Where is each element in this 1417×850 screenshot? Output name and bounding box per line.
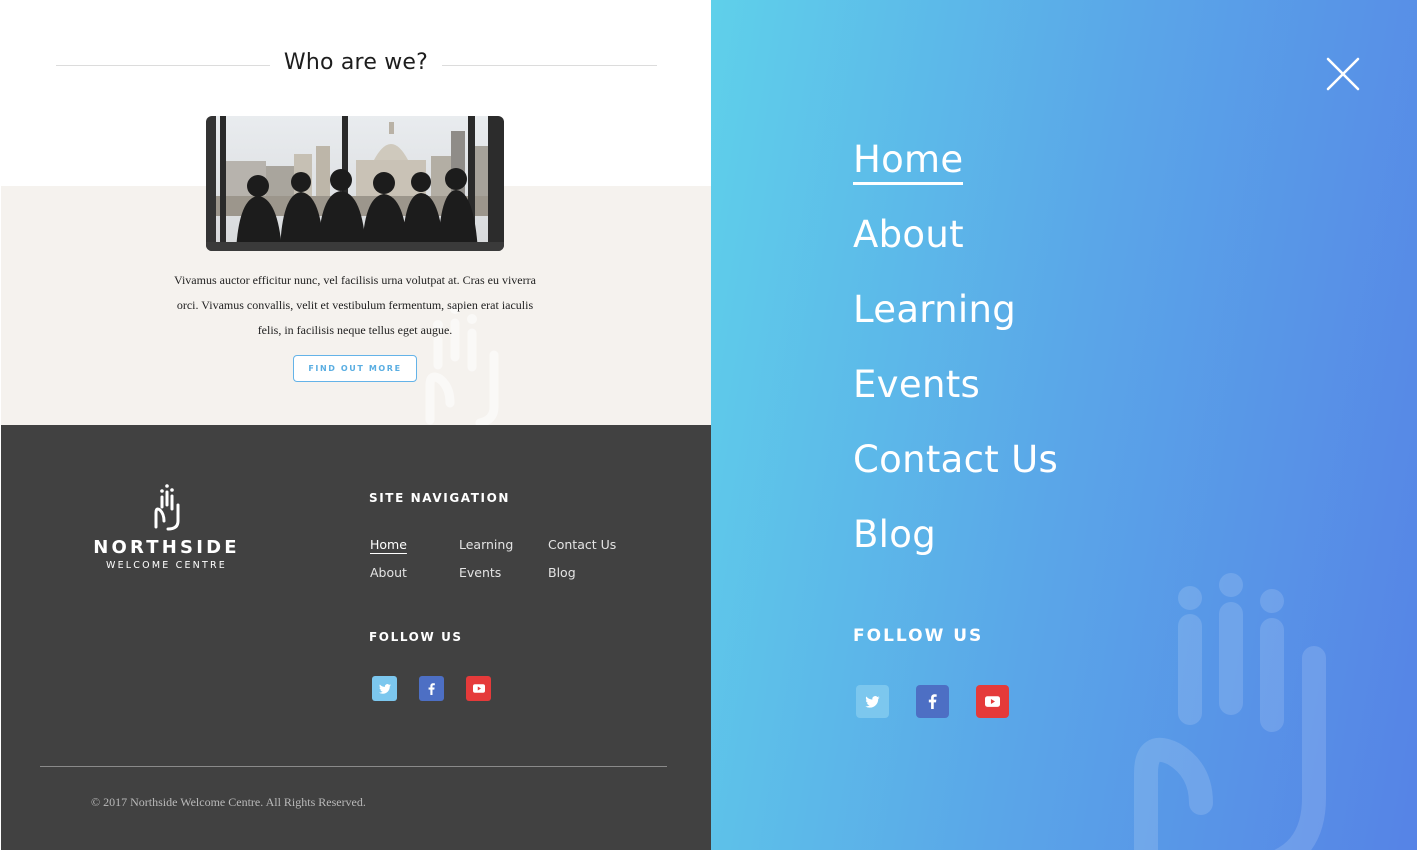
menu-youtube-button[interactable] bbox=[976, 685, 1009, 718]
footer-facebook-button[interactable] bbox=[419, 676, 444, 701]
heading-divider-right bbox=[442, 65, 657, 66]
footer-link-blog[interactable]: Blog bbox=[548, 565, 576, 580]
about-paragraph: Vivamus auctor efficitur nunc, vel facil… bbox=[150, 268, 560, 343]
menu-item-about[interactable]: About bbox=[853, 213, 964, 256]
footer-twitter-button[interactable] bbox=[372, 676, 397, 701]
site-navigation-heading: SITE NAVIGATION bbox=[369, 491, 511, 505]
northside-logo[interactable]: NORTHSIDE WELCOME CENTRE bbox=[89, 483, 244, 571]
youtube-icon bbox=[985, 696, 1000, 707]
facebook-icon bbox=[428, 682, 435, 695]
logo-name: NORTHSIDE bbox=[93, 537, 240, 558]
logo-subtitle: WELCOME CENTRE bbox=[106, 560, 227, 571]
footer-follow-heading: FOLLOW US bbox=[369, 630, 463, 644]
about-text-line: Vivamus auctor efficitur nunc, vel facil… bbox=[174, 273, 536, 287]
footer-link-home[interactable]: Home bbox=[370, 537, 407, 552]
menu-facebook-button[interactable] bbox=[916, 685, 949, 718]
team-photo bbox=[206, 116, 504, 251]
menu-twitter-button[interactable] bbox=[856, 685, 889, 718]
close-icon[interactable] bbox=[1325, 56, 1361, 92]
find-out-more-button[interactable]: FIND OUT MORE bbox=[293, 355, 417, 382]
footer-link-events[interactable]: Events bbox=[459, 565, 501, 580]
heading-divider-left bbox=[56, 65, 270, 66]
page-content: Who are we? Vivamus auctor efficitur nun… bbox=[0, 0, 711, 850]
youtube-icon bbox=[472, 684, 485, 693]
about-text-line: orci. Vivamus convallis, velit et vestib… bbox=[176, 298, 534, 312]
navigation-menu-overlay: Home About Learning Events Contact Us Bl… bbox=[711, 0, 1417, 850]
footer-link-contact-us[interactable]: Contact Us bbox=[548, 537, 616, 552]
footer-divider bbox=[40, 766, 667, 767]
menu-item-blog[interactable]: Blog bbox=[853, 513, 936, 556]
footer-youtube-button[interactable] bbox=[466, 676, 491, 701]
hand-watermark-icon bbox=[1134, 573, 1326, 850]
about-text-line: felis, in facilisis neque tellus eget au… bbox=[257, 323, 453, 337]
copyright-text: © 2017 Northside Welcome Centre. All Rig… bbox=[91, 795, 366, 809]
facebook-icon bbox=[928, 694, 937, 709]
menu-item-home[interactable]: Home bbox=[853, 138, 964, 185]
hand-logo-icon bbox=[154, 484, 179, 531]
footer-link-learning[interactable]: Learning bbox=[459, 537, 513, 552]
about-title: Who are we? bbox=[283, 50, 429, 75]
twitter-icon bbox=[378, 683, 391, 694]
site-footer: NORTHSIDE WELCOME CENTRE SITE NAVIGATION… bbox=[1, 425, 711, 850]
menu-item-contact-us[interactable]: Contact Us bbox=[853, 438, 1058, 481]
menu-follow-heading: FOLLOW US bbox=[853, 626, 984, 646]
footer-link-about[interactable]: About bbox=[370, 565, 407, 580]
about-heading-row: Who are we? bbox=[56, 42, 657, 88]
menu-item-learning[interactable]: Learning bbox=[853, 288, 1016, 331]
menu-item-events[interactable]: Events bbox=[853, 363, 980, 406]
twitter-icon bbox=[865, 695, 880, 708]
